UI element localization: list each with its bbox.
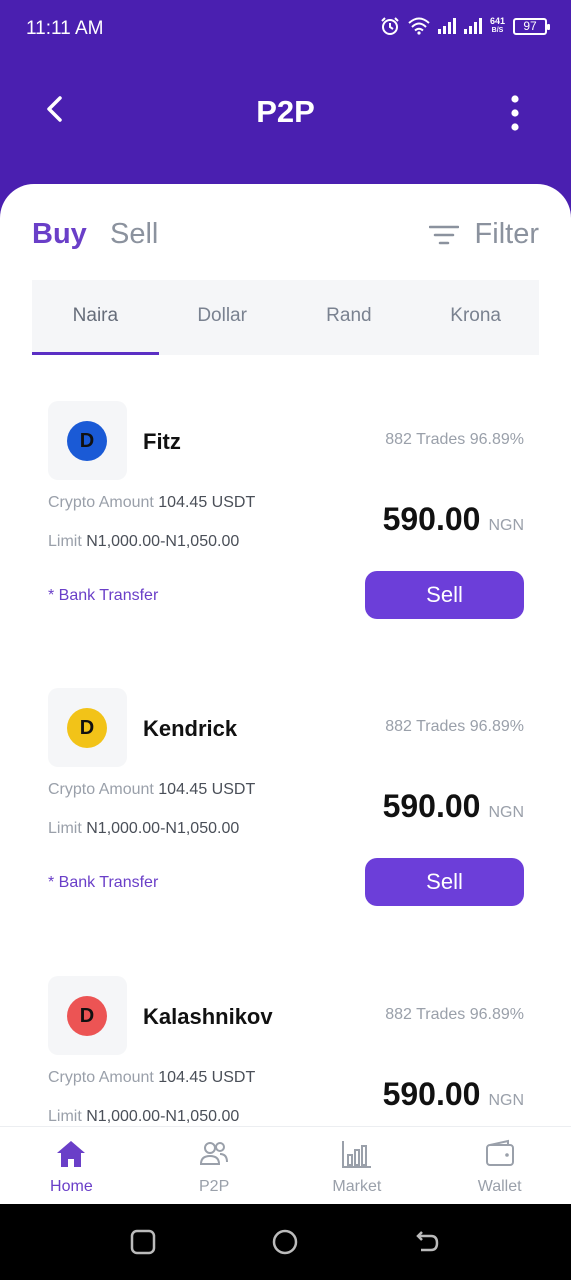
limit-row: Limit N1,000.00-N1,050.00 [48,1108,239,1126]
tab-naira[interactable]: Naira [32,280,159,355]
price-amount: 590.00 [382,501,481,537]
avatar: D [67,996,107,1036]
payment-method: * Bank Transfer [48,587,159,604]
sell-button[interactable]: Sell [365,858,524,906]
limit-row: Limit N1,000.00-N1,050.00 [48,533,239,551]
crypto-amount-value: 104.45 USDT [158,781,256,798]
currency-tabs: Naira Dollar Rand Krona [32,280,539,355]
nav-home-label: Home [50,1178,93,1195]
crypto-amount-label: Crypto Amount [48,1069,154,1086]
wifi-icon [408,17,430,35]
system-nav-bar [0,1204,571,1280]
nav-market-label: Market [332,1178,382,1195]
limit-value: N1,000.00-N1,050.00 [86,820,240,837]
content-sheet: Buy Sell Filter Naira Dollar Rand Krona … [0,184,571,1126]
trader-name: Kendrick [143,716,238,741]
crypto-amount-row: Crypto Amount 104.45 USDT [48,1069,255,1087]
price: 590.00 NGN [383,501,524,538]
trade-stats: 882 Trades 96.89% [385,718,524,735]
nav-wallet[interactable]: Wallet [428,1127,571,1204]
price-currency: NGN [488,1092,524,1109]
avatar: D [67,421,107,461]
status-icons: 641 B/S 97 [380,16,550,36]
tab-dollar[interactable]: Dollar [159,280,286,355]
more-vertical-icon[interactable] [505,94,525,134]
offer-card: D Fitz 882 Trades 96.89% Crypto Amount 1… [48,401,524,641]
battery-indicator: 97 [513,17,550,35]
price-currency: NGN [488,804,524,821]
limit-label: Limit [48,820,82,837]
filter-label: Filter [474,218,539,250]
filter-icon [428,225,459,244]
bottom-nav: Home P2P Market Wallet [0,1126,571,1204]
crypto-amount-value: 104.45 USDT [158,494,256,511]
trader-name: Kalashnikov [143,1004,273,1029]
network-speed: 641 B/S [490,17,505,35]
alarm-icon [381,17,399,35]
app-bar: P2P [0,58,571,168]
tab-rand[interactable]: Rand [286,280,413,355]
sell-button[interactable]: Sell [365,571,524,619]
crypto-amount-row: Crypto Amount 104.45 USDT [48,494,255,512]
payment-method: * Bank Transfer [48,874,159,891]
filter-button[interactable]: Filter [428,218,539,251]
tab-sell[interactable]: Sell [110,218,158,251]
nav-p2p-label: P2P [199,1178,230,1195]
trade-stats: 882 Trades 96.89% [385,431,524,448]
avatar: D [67,708,107,748]
limit-label: Limit [48,533,82,550]
offer-card: D Kendrick 882 Trades 96.89% Crypto Amou… [48,688,524,928]
wallet-icon [485,1139,514,1166]
crypto-amount-label: Crypto Amount [48,494,154,511]
signal-icon [463,18,482,34]
avatar-container: D [48,688,127,767]
signal-icon [437,18,456,34]
page-title: P2P [256,94,315,129]
limit-value: N1,000.00-N1,050.00 [86,1108,240,1125]
price-amount: 590.00 [382,788,481,824]
recents-icon[interactable] [129,1228,157,1256]
price-amount: 590.00 [382,1076,481,1112]
limit-row: Limit N1,000.00-N1,050.00 [48,820,239,838]
status-bar: 11:11 AM 641 B/S 97 [0,0,571,58]
limit-value: N1,000.00-N1,050.00 [86,533,240,550]
price: 590.00 NGN [383,1076,524,1113]
network-speed-unit: B/S [491,27,504,34]
nav-market[interactable]: Market [286,1127,429,1204]
trader-name: Fitz [143,429,181,454]
nav-wallet-label: Wallet [477,1178,522,1195]
users-icon [200,1142,229,1165]
network-speed-value: 641 [489,16,505,26]
trade-stats: 882 Trades 96.89% [385,1006,524,1023]
back-arrow-icon[interactable] [413,1228,441,1256]
limit-label: Limit [48,1108,82,1125]
tab-krona[interactable]: Krona [412,280,539,355]
home-icon [57,1141,86,1167]
crypto-amount-value: 104.45 USDT [158,1069,256,1086]
nav-home[interactable]: Home [0,1127,143,1204]
crypto-amount-row: Crypto Amount 104.45 USDT [48,781,255,799]
offer-card: D Kalashnikov 882 Trades 96.89% Crypto A… [48,976,524,1126]
tab-buy[interactable]: Buy [32,218,87,251]
avatar-container: D [48,976,127,1055]
nav-p2p[interactable]: P2P [143,1127,286,1204]
price: 590.00 NGN [383,788,524,825]
status-time: 11:11 AM [26,18,104,39]
bar-chart-icon [341,1141,371,1168]
avatar-container: D [48,401,127,480]
price-currency: NGN [488,517,524,534]
crypto-amount-label: Crypto Amount [48,781,154,798]
home-circle-icon[interactable] [271,1228,299,1256]
